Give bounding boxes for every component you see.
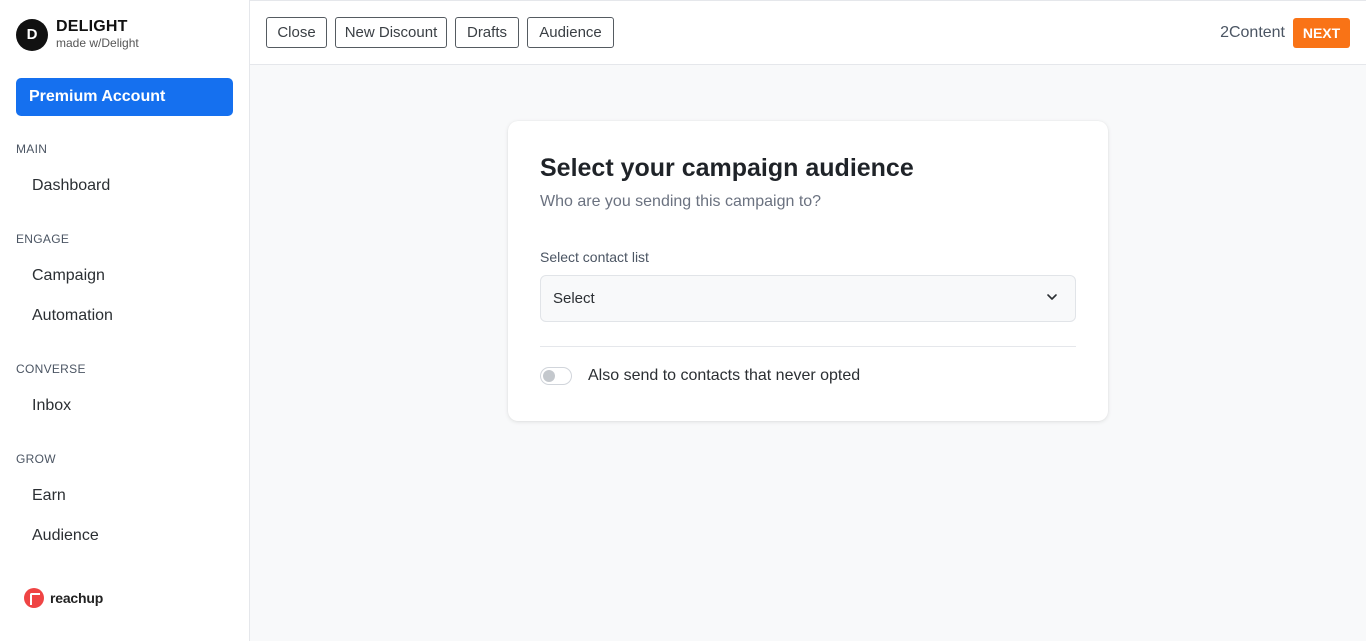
chevron-down-icon (1047, 294, 1057, 300)
section-label-converse: CONVERSE (16, 362, 86, 376)
divider (540, 346, 1076, 347)
section-label-engage: ENGAGE (16, 232, 70, 246)
premium-account-button[interactable]: Premium Account (16, 78, 233, 116)
sidebar: D DELIGHT made w/Delight Premium Account… (0, 0, 250, 641)
main-content: Close New Discount Drafts Audience 2Cont… (250, 0, 1366, 641)
app: D DELIGHT made w/Delight Premium Account… (0, 0, 1366, 641)
sidebar-item-dashboard[interactable]: Dashboard (32, 177, 110, 195)
sidebar-item-earn[interactable]: Earn (32, 487, 66, 505)
brand-text: DELIGHT made w/Delight (56, 18, 139, 51)
brand-tagline: made w/Delight (56, 36, 139, 51)
section-label-main: MAIN (16, 142, 48, 156)
sidebar-item-inbox[interactable]: Inbox (32, 397, 71, 415)
brand[interactable]: D DELIGHT made w/Delight (16, 18, 139, 51)
reachup-logo-text: reachup (50, 590, 104, 606)
brand-avatar: D (16, 18, 48, 51)
never-opted-toggle[interactable] (540, 367, 572, 385)
contact-list-select[interactable]: Select (540, 275, 1076, 322)
step-label: 2Content (1220, 24, 1285, 41)
reachup-logo-icon (24, 588, 44, 608)
audience-button[interactable]: Audience (527, 17, 614, 48)
reachup-logo: reachup (24, 588, 103, 608)
new-discount-button[interactable]: New Discount (335, 17, 447, 48)
sidebar-item-campaign[interactable]: Campaign (32, 267, 105, 285)
never-opted-toggle-label: Also send to contacts that never opted (588, 367, 861, 384)
toggle-knob (543, 370, 555, 382)
sidebar-item-audience[interactable]: Audience (32, 527, 99, 545)
top-toolbar: Close New Discount Drafts Audience 2Cont… (250, 0, 1366, 65)
next-button[interactable]: NEXT (1293, 18, 1350, 48)
card-subtitle: Who are you sending this campaign to? (540, 193, 822, 210)
sidebar-item-automation[interactable]: Automation (32, 307, 113, 325)
drafts-button[interactable]: Drafts (455, 17, 519, 48)
audience-card: Select your campaign audience Who are yo… (508, 121, 1108, 421)
card-title: Select your campaign audience (540, 154, 914, 182)
contact-list-select-value: Select (553, 290, 595, 307)
brand-name: DELIGHT (56, 18, 128, 35)
contact-list-label: Select contact list (540, 249, 649, 265)
section-label-grow: GROW (16, 452, 56, 466)
close-button[interactable]: Close (266, 17, 327, 48)
